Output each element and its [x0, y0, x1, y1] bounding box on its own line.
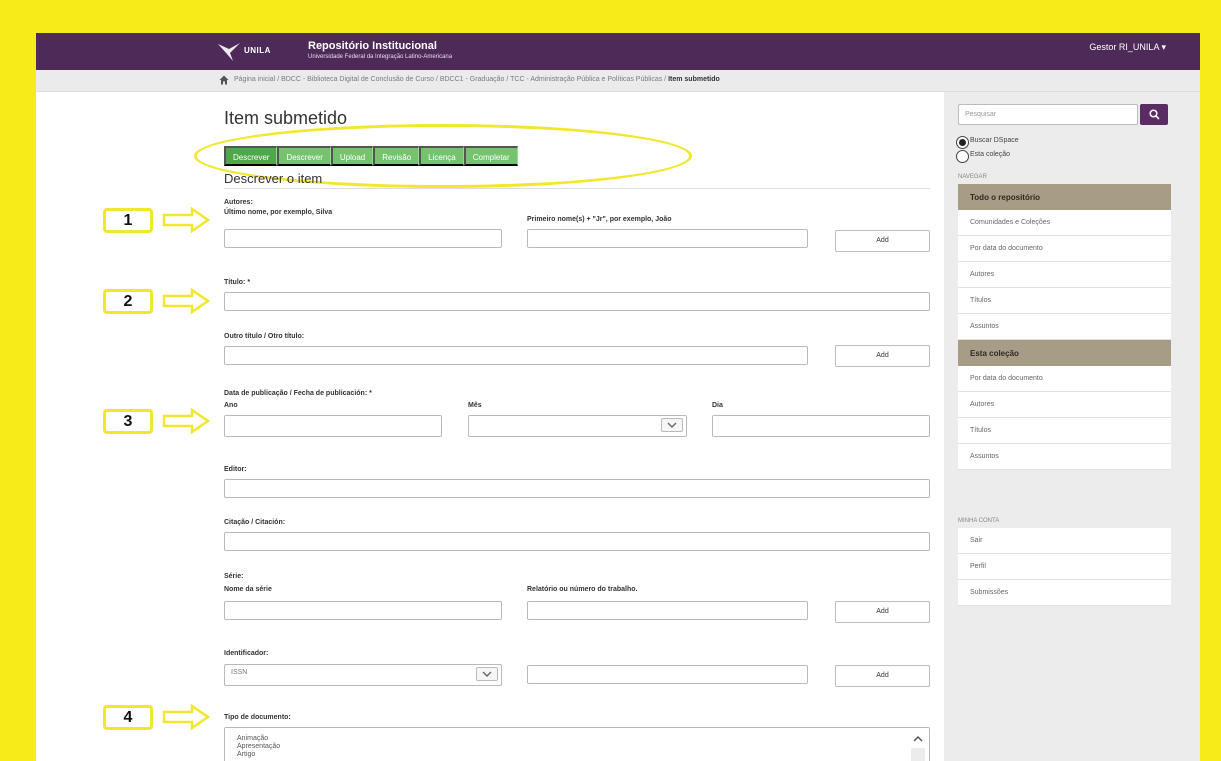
identifier-type-select[interactable]: ISSN — [224, 664, 502, 686]
breadcrumb: Página inicial / BDCC - Biblioteca Digit… — [36, 70, 1200, 92]
nav-item-collection-by-date[interactable]: Por data do documento — [958, 366, 1171, 392]
chevron-down-icon — [661, 418, 683, 432]
navigate-caption: NAVEGAR — [958, 174, 987, 180]
year-input[interactable] — [224, 415, 442, 437]
citation-label: Citação / Citación: — [224, 519, 286, 526]
citation-input[interactable] — [224, 532, 930, 551]
nav-item-collection-subjects[interactable]: Assuntos — [958, 444, 1171, 470]
breadcrumb-links[interactable]: Página inicial / BDCC - Biblioteca Digit… — [234, 76, 666, 83]
chevron-down-icon — [476, 667, 498, 681]
radio-search-all[interactable] — [956, 136, 969, 149]
author-first-name-label: Primeiro nome(s) + "Jr", por exemplo, Jo… — [527, 216, 672, 223]
other-title-input[interactable] — [224, 346, 808, 365]
arrow-right-icon — [162, 408, 210, 434]
other-title-label: Outro título / Otro título: — [224, 333, 305, 340]
identifier-type-value: ISSN — [231, 669, 248, 676]
nav-item-communities[interactable]: Comunidades e Coleções — [958, 210, 1171, 236]
browser-page: UNILA Repositório Institucional Universi… — [36, 33, 1200, 761]
search-input[interactable]: Pesquisar — [958, 104, 1138, 125]
page-title: Item submetido — [224, 108, 348, 128]
breadcrumb-path[interactable]: Página inicial / BDCC - Biblioteca Digit… — [234, 76, 720, 83]
identifier-label: Identificador: — [224, 650, 269, 657]
repository-subtitle: Universidade Federal da Integração Latin… — [308, 54, 453, 60]
add-other-title-button[interactable]: Add — [835, 345, 930, 367]
nav-item-by-date[interactable]: Por data do documento — [958, 236, 1171, 262]
nav-item-submissions[interactable]: Submissões — [958, 580, 1171, 606]
scrollbar[interactable] — [911, 748, 925, 761]
user-menu[interactable]: Gestor RI_UNILA ▾ — [1089, 42, 1166, 53]
sidebar: Pesquisar Buscar DSpace Esta coleção NAV… — [944, 92, 1200, 761]
callout-2: 2 — [103, 289, 153, 314]
nav-item-profile[interactable]: Perfil — [958, 554, 1171, 580]
search-icon — [1148, 109, 1160, 120]
day-input[interactable] — [712, 415, 930, 437]
nav-head-repository: Todo o repositório — [958, 184, 1171, 210]
identifier-value-input[interactable] — [527, 665, 808, 684]
month-select[interactable] — [468, 415, 687, 437]
account-list: Sair Perfil Submissões — [958, 528, 1171, 606]
series-label: Série: — [224, 573, 244, 580]
author-first-name-input[interactable] — [527, 229, 808, 248]
publisher-input[interactable] — [224, 479, 930, 498]
series-report-label: Relatório ou número do trabalho. — [527, 586, 638, 593]
section-title: Descrever o item — [224, 171, 930, 189]
search-button[interactable] — [1140, 104, 1168, 125]
author-last-name-input[interactable] — [224, 229, 502, 248]
doc-type-option[interactable]: Artigo — [237, 751, 255, 758]
day-label: Dia — [712, 402, 723, 409]
nav-item-collection-titles[interactable]: Títulos — [958, 418, 1171, 444]
callout-4: 4 — [103, 705, 153, 730]
repository-title[interactable]: Repositório Institucional — [308, 40, 437, 52]
radio-search-collection-label: Esta coleção — [970, 151, 1011, 158]
browse-repository-list: Todo o repositório Comunidades e Coleçõe… — [958, 184, 1171, 470]
add-author-button[interactable]: Add — [835, 230, 930, 252]
user-name: Gestor RI_UNILA — [1089, 42, 1159, 52]
title-label: Título: * — [224, 279, 251, 286]
month-label: Mês — [468, 402, 482, 409]
author-last-name-label: Último nome, por exemplo, Silva — [224, 209, 333, 216]
pub-date-label: Data de publicação / Fecha de publicació… — [224, 390, 372, 397]
nav-item-subjects[interactable]: Assuntos — [958, 314, 1171, 340]
title-input[interactable] — [224, 292, 930, 311]
publisher-label: Editor: — [224, 466, 247, 473]
add-identifier-button[interactable]: Add — [835, 665, 930, 687]
arrow-right-icon — [162, 207, 210, 233]
unila-logo-icon[interactable] — [216, 41, 242, 63]
doc-type-option[interactable]: Apresentação — [237, 743, 280, 750]
nav-item-logout[interactable]: Sair — [958, 528, 1171, 554]
account-caption: MINHA CONTA — [958, 518, 1000, 524]
nav-head-collection: Esta coleção — [958, 340, 1171, 366]
year-label: Ano — [224, 402, 238, 409]
scroll-up-icon[interactable] — [911, 732, 925, 746]
radio-search-all-label: Buscar DSpace — [970, 137, 1019, 144]
doc-type-label: Tipo de documento: — [224, 714, 291, 721]
radio-search-collection[interactable] — [956, 150, 969, 163]
arrow-right-icon — [162, 704, 210, 730]
doc-type-option[interactable]: Animação — [237, 735, 268, 742]
site-header: UNILA Repositório Institucional Universi… — [36, 33, 1200, 70]
doc-type-listbox[interactable]: Animação Apresentação Artigo — [224, 727, 930, 761]
breadcrumb-current: Item submetido — [668, 76, 720, 83]
arrow-right-icon — [162, 288, 210, 314]
caret-down-icon: ▾ — [1161, 42, 1166, 52]
nav-item-titles[interactable]: Títulos — [958, 288, 1171, 314]
series-name-label: Nome da série — [224, 586, 272, 593]
nav-item-authors[interactable]: Autores — [958, 262, 1171, 288]
callout-1: 1 — [103, 208, 153, 233]
logo-text[interactable]: UNILA — [244, 46, 271, 55]
add-series-button[interactable]: Add — [835, 601, 930, 623]
callout-3: 3 — [103, 409, 153, 434]
home-icon[interactable] — [219, 75, 229, 85]
series-name-input[interactable] — [224, 601, 502, 620]
authors-label: Autores: — [224, 199, 253, 206]
nav-item-collection-authors[interactable]: Autores — [958, 392, 1171, 418]
series-report-input[interactable] — [527, 601, 808, 620]
